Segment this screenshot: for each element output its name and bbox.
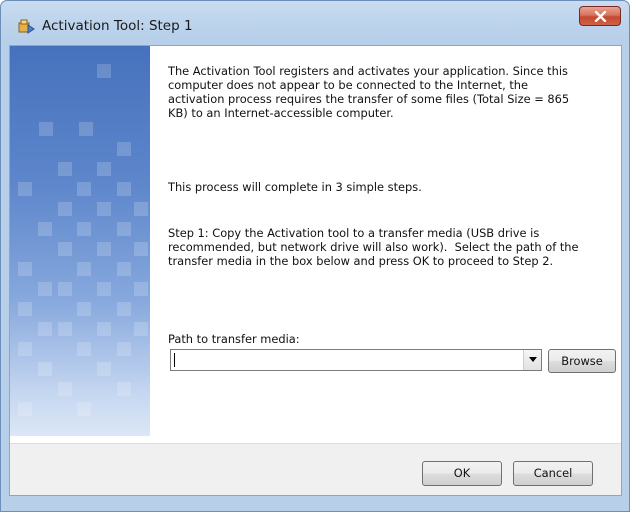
path-combobox[interactable] bbox=[170, 349, 542, 371]
activation-tool-icon bbox=[18, 19, 35, 34]
intro-paragraph: The Activation Tool registers and activa… bbox=[168, 64, 570, 120]
button-bar: OK Cancel bbox=[10, 444, 621, 495]
side-banner-graphic bbox=[10, 46, 150, 436]
browse-button[interactable]: Browse bbox=[548, 349, 616, 373]
steps-summary-text: This process will complete in 3 simple s… bbox=[168, 180, 422, 194]
chevron-down-icon bbox=[529, 357, 537, 362]
ok-button[interactable]: OK bbox=[422, 461, 502, 486]
text-caret bbox=[174, 353, 175, 367]
path-label: Path to transfer media: bbox=[168, 332, 300, 346]
title-bar[interactable]: Activation Tool: Step 1 bbox=[1, 1, 629, 47]
cancel-button[interactable]: Cancel bbox=[513, 461, 593, 486]
dialog-window: Activation Tool: Step 1 The Activation T… bbox=[0, 0, 630, 512]
dropdown-button[interactable] bbox=[523, 350, 541, 370]
step1-instructions: Step 1: Copy the Activation tool to a tr… bbox=[168, 226, 579, 268]
banner-squares-pattern bbox=[18, 64, 148, 416]
close-x-icon bbox=[594, 11, 607, 22]
dialog-client-area: The Activation Tool registers and activa… bbox=[9, 45, 622, 496]
window-title: Activation Tool: Step 1 bbox=[42, 18, 193, 34]
close-button[interactable] bbox=[579, 6, 621, 26]
